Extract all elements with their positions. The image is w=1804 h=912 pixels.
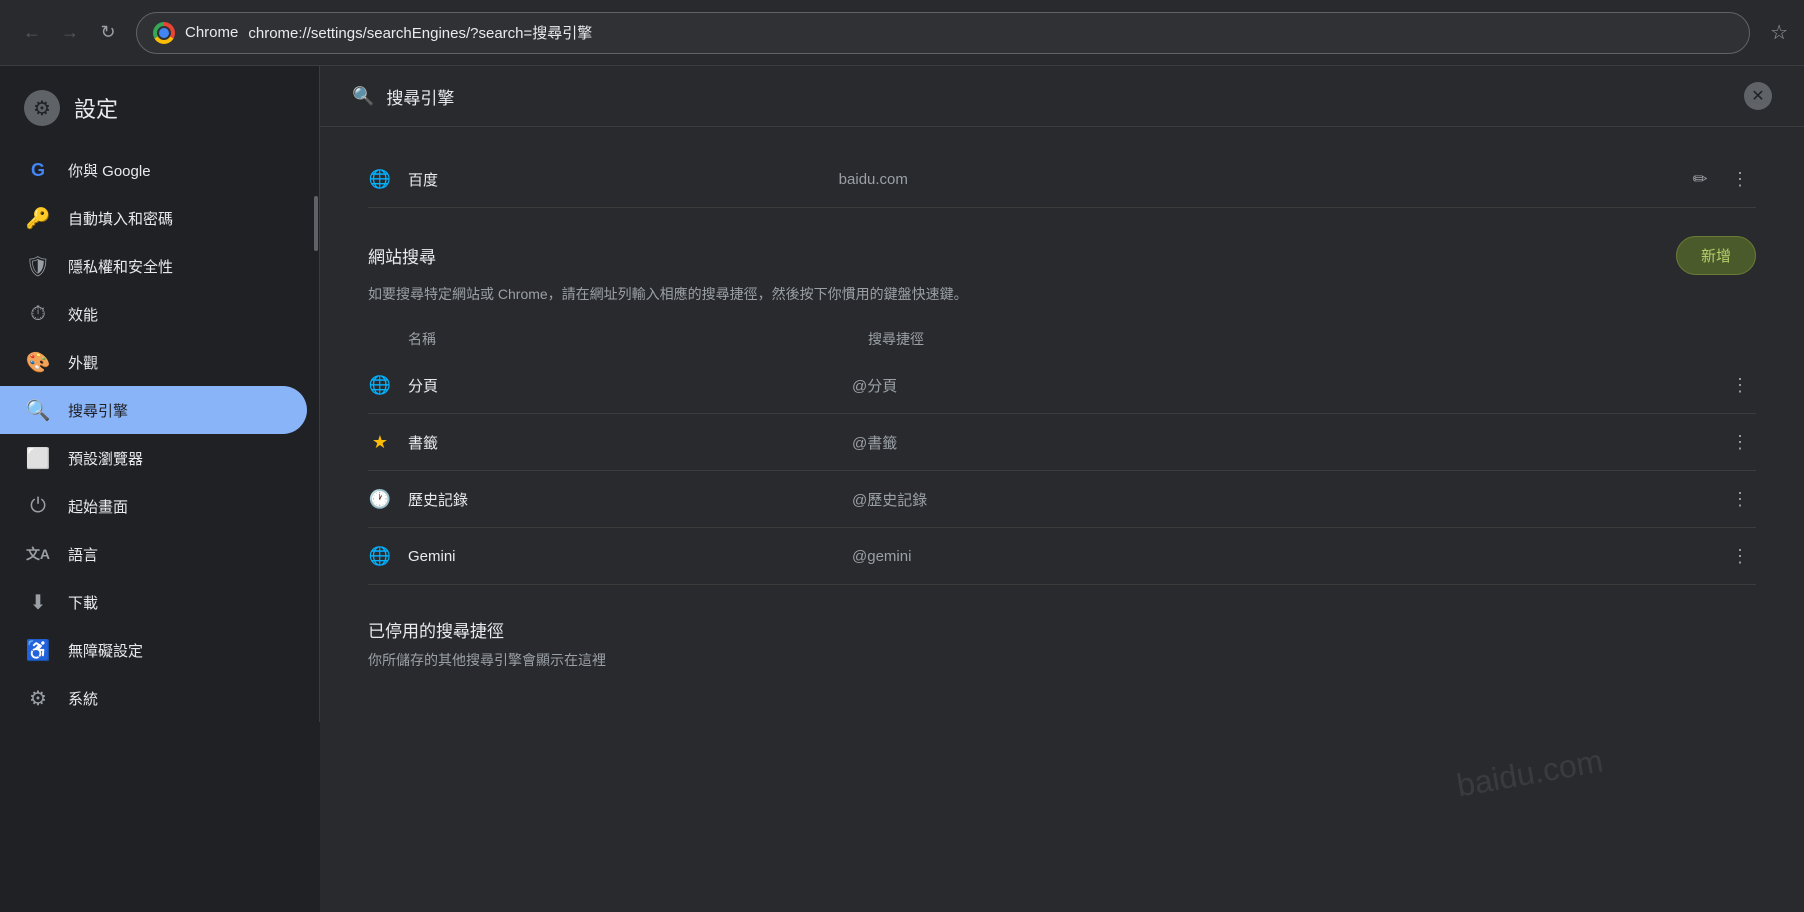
appearance-icon: 🎨 [24,348,52,376]
site-search-table-header: 名稱 搜尋捷徑 [368,321,1756,357]
bookmarks-name: 書籤 [408,432,836,453]
download-icon: ⬇ [24,588,52,616]
baidu-more-button[interactable]: ⋮ [1724,163,1756,195]
sidebar-item-performance[interactable]: ⏱ 效能 [0,290,307,338]
forward-button[interactable]: → [54,17,86,49]
chrome-logo-icon [153,22,175,44]
bookmarks-shortcut: @書籤 [852,432,1708,453]
bookmarks-site-row: ★ 書籤 @書籤 ⋮ [368,414,1756,471]
history-more-button[interactable]: ⋮ [1724,483,1756,515]
sidebar-item-accessibility[interactable]: ♿ 無障礙設定 [0,626,307,674]
history-shortcut: @歷史記錄 [852,489,1708,510]
app-body: ⚙ 設定 G 你與 Google 🔑 自動填入和密碼 🛡 隱私權和安全性 ⏱ 效… [0,66,1804,912]
disabled-section: 已停用的搜尋捷徑 你所儲存的其他搜尋引擎會顯示在這裡 [368,617,1756,670]
sidebar-label-language: 語言 [68,544,98,565]
sidebar-item-search[interactable]: 🔍 搜尋引擎 [0,386,307,434]
baidu-actions: ✏ ⋮ [1684,163,1756,195]
sidebar: ⚙ 設定 G 你與 Google 🔑 自動填入和密碼 🛡 隱私權和安全性 ⏱ 效… [0,66,320,722]
search-nav-icon: 🔍 [24,396,52,424]
sidebar-item-google[interactable]: G 你與 Google [0,146,307,194]
address-url-text: chrome://settings/searchEngines/?search=… [248,22,1733,43]
gemini-globe-icon: 🌐 [368,544,392,568]
sidebar-scrollbar[interactable] [314,196,318,251]
disabled-section-title: 已停用的搜尋捷徑 [368,617,1756,642]
tabs-globe-icon: 🌐 [368,373,392,397]
language-icon: 文A [24,540,52,568]
history-name: 歷史記錄 [408,489,836,510]
sidebar-wrapper: ⚙ 設定 G 你與 Google 🔑 自動填入和密碼 🛡 隱私權和安全性 ⏱ 效… [0,66,320,912]
sidebar-item-autofill[interactable]: 🔑 自動填入和密碼 [0,194,307,242]
sidebar-item-appearance[interactable]: 🎨 外觀 [0,338,307,386]
sidebar-header: ⚙ 設定 [0,78,319,146]
site-search-title: 網站搜尋 [368,243,436,268]
google-icon: G [24,156,52,184]
gemini-name: Gemini [408,548,836,565]
accessibility-icon: ♿ [24,636,52,664]
system-icon: ⚙ [24,684,52,712]
back-button[interactable]: ← [16,17,48,49]
main-content: 🔍 ✕ 🌐 百度 baidu.com ✏ ⋮ 網站搜尋 新增 如要搜尋特定網站或 [320,66,1804,912]
sidebar-label-accessibility: 無障礙設定 [68,640,143,661]
sidebar-label-autofill: 自動填入和密碼 [68,208,173,229]
tabs-more-button[interactable]: ⋮ [1724,369,1756,401]
baidu-name: 百度 [408,169,823,190]
gemini-more-button[interactable]: ⋮ [1724,540,1756,572]
bookmarks-star-icon: ★ [368,430,392,454]
tabs-shortcut: @分頁 [852,375,1708,396]
gemini-site-row: 🌐 Gemini @gemini ⋮ [368,528,1756,585]
content-area: 🌐 百度 baidu.com ✏ ⋮ 網站搜尋 新增 如要搜尋特定網站或 Chr… [320,127,1804,694]
sidebar-label-appearance: 外觀 [68,352,98,373]
sidebar-label-downloads: 下載 [68,592,98,613]
sidebar-label-startup: 起始畫面 [68,496,128,517]
sidebar-label-google: 你與 Google [68,160,151,181]
add-site-search-button[interactable]: 新增 [1676,236,1756,275]
chrome-app-label: Chrome [185,24,238,41]
settings-search-input[interactable] [386,86,1732,106]
sidebar-label-search: 搜尋引擎 [68,400,128,421]
key-icon: 🔑 [24,204,52,232]
shield-icon: 🛡 [24,252,52,280]
bookmarks-more-button[interactable]: ⋮ [1724,426,1756,458]
sidebar-item-startup[interactable]: ⏻ 起始畫面 [0,482,307,530]
sidebar-item-language[interactable]: 文A 語言 [0,530,307,578]
history-clock-icon: 🕐 [368,487,392,511]
performance-icon: ⏱ [24,300,52,328]
site-search-section-header: 網站搜尋 新增 [368,236,1756,275]
search-clear-button[interactable]: ✕ [1744,82,1772,110]
tabs-name: 分頁 [408,375,836,396]
sidebar-item-default-browser[interactable]: ⬜ 預設瀏覽器 [0,434,307,482]
startup-icon: ⏻ [24,492,52,520]
baidu-url: baidu.com [839,171,1668,188]
site-search-description: 如要搜尋特定網站或 Chrome，請在網址列輸入相應的搜尋捷徑，然後按下你慣用的… [368,283,1756,305]
settings-page-title: 設定 [74,92,118,124]
browser-icon: ⬜ [24,444,52,472]
search-icon: 🔍 [352,86,374,107]
sidebar-item-system[interactable]: ⚙ 系統 [0,674,307,722]
sidebar-label-system: 系統 [68,688,98,709]
col-name-header: 名稱 [408,329,852,349]
col-shortcut-header: 搜尋捷徑 [868,329,1756,349]
address-bar[interactable]: Chrome chrome://settings/searchEngines/?… [136,12,1750,54]
baidu-engine-row: 🌐 百度 baidu.com ✏ ⋮ [368,151,1756,208]
gemini-shortcut: @gemini [852,548,1708,565]
baidu-edit-button[interactable]: ✏ [1684,163,1716,195]
settings-logo-icon: ⚙ [24,90,60,126]
sidebar-item-downloads[interactable]: ⬇ 下載 [0,578,307,626]
baidu-globe-icon: 🌐 [368,167,392,191]
tabs-site-row: 🌐 分頁 @分頁 ⋮ [368,357,1756,414]
refresh-button[interactable]: ↻ [92,17,124,49]
settings-search-bar: 🔍 ✕ [320,66,1804,127]
sidebar-label-performance: 效能 [68,304,98,325]
sidebar-item-privacy[interactable]: 🛡 隱私權和安全性 [0,242,307,290]
bookmark-star-button[interactable]: ☆ [1770,20,1788,45]
sidebar-label-privacy: 隱私權和安全性 [68,256,173,277]
baidu-watermark: baidu.com [1454,742,1606,804]
history-site-row: 🕐 歷史記錄 @歷史記錄 ⋮ [368,471,1756,528]
browser-toolbar: ← → ↻ Chrome chrome://settings/searchEng… [0,0,1804,66]
sidebar-label-default-browser: 預設瀏覽器 [68,448,143,469]
disabled-section-description: 你所儲存的其他搜尋引擎會顯示在這裡 [368,650,1756,670]
nav-buttons: ← → ↻ [16,17,124,49]
